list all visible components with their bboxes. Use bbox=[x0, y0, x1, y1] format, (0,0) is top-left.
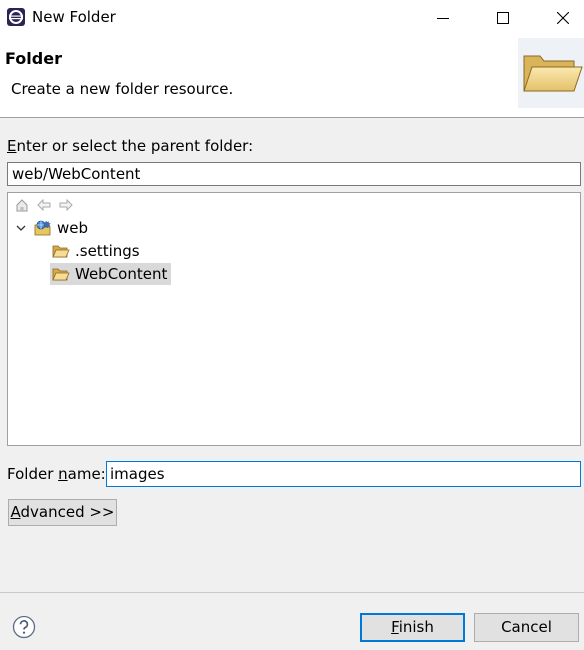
advanced-button[interactable]: Advanced >> bbox=[8, 499, 117, 526]
tree-item-webcontent[interactable]: WebContent bbox=[50, 263, 172, 285]
wizard-header: Folder Create a new folder resource. bbox=[0, 36, 584, 118]
window-title: New Folder bbox=[32, 8, 116, 26]
minimize-icon bbox=[437, 18, 449, 19]
tree-item-label: .settings bbox=[75, 242, 140, 260]
folder-banner-icon bbox=[518, 38, 584, 108]
help-icon bbox=[12, 615, 36, 639]
folder-icon bbox=[52, 266, 70, 282]
tree-item-label: web bbox=[57, 219, 89, 237]
footer-divider bbox=[0, 592, 584, 593]
folder-name-label: Folder name: bbox=[7, 465, 106, 483]
folder-name-input[interactable] bbox=[106, 461, 581, 487]
back-arrow-icon[interactable] bbox=[34, 196, 54, 214]
page-title: Folder bbox=[5, 49, 62, 68]
parent-folder-label: Enter or select the parent folder: bbox=[7, 137, 254, 155]
tree-item-label: WebContent bbox=[75, 265, 168, 283]
home-icon[interactable] bbox=[12, 196, 32, 214]
maximize-button[interactable] bbox=[480, 0, 526, 36]
minimize-button[interactable] bbox=[420, 0, 466, 36]
finish-button[interactable]: Finish bbox=[360, 613, 465, 642]
close-icon bbox=[557, 12, 569, 24]
help-button[interactable] bbox=[12, 615, 36, 639]
tree-item-web[interactable]: web bbox=[14, 217, 90, 239]
folder-tree[interactable]: web .settings WebContent bbox=[7, 192, 581, 446]
page-description: Create a new folder resource. bbox=[11, 80, 234, 98]
chevron-down-icon[interactable] bbox=[14, 221, 28, 235]
parent-folder-input[interactable] bbox=[7, 162, 581, 186]
web-project-icon bbox=[34, 220, 52, 236]
eclipse-app-icon bbox=[6, 7, 26, 27]
tree-item-settings[interactable]: .settings bbox=[52, 240, 142, 262]
maximize-icon bbox=[497, 12, 509, 24]
tree-toolbar bbox=[12, 196, 76, 214]
close-button[interactable] bbox=[540, 0, 584, 36]
cancel-button[interactable]: Cancel bbox=[474, 613, 579, 642]
title-bar: New Folder bbox=[0, 0, 584, 36]
folder-icon bbox=[52, 243, 70, 259]
forward-arrow-icon[interactable] bbox=[56, 196, 76, 214]
